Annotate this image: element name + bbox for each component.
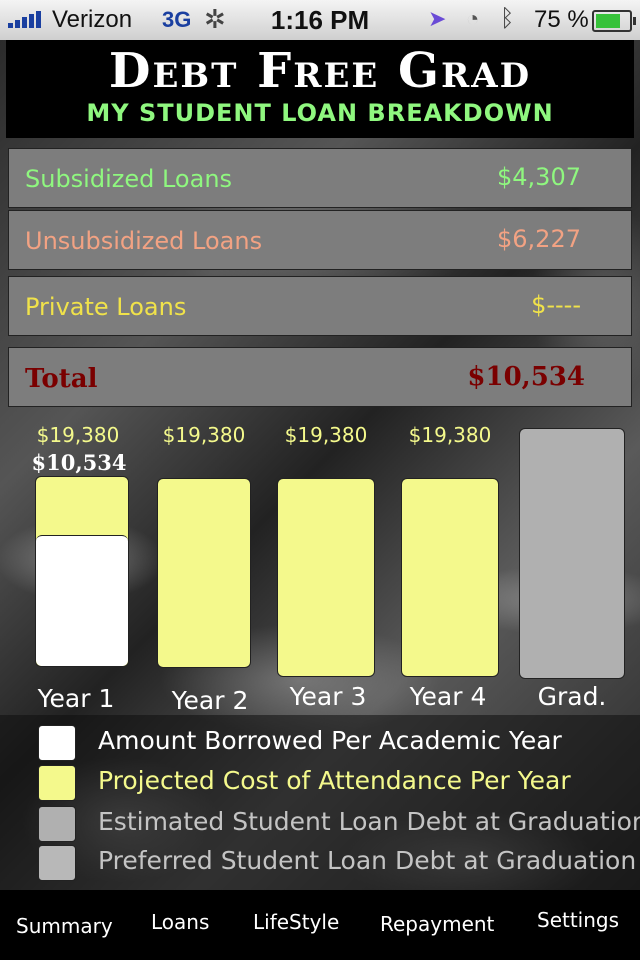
cost-bar[interactable]: [157, 478, 251, 668]
app-title: Debt Free Grad: [108, 43, 532, 99]
cost-value-label: $19,380: [408, 423, 492, 447]
chart-legend: Amount Borrowed Per Academic Year Project…: [0, 715, 640, 890]
location-icon: ➤: [428, 6, 447, 31]
cost-value-label: $19,380: [36, 423, 120, 447]
cost-bar[interactable]: [277, 478, 375, 677]
total-value: $10,534: [467, 362, 585, 392]
unsubsidized-loans-row[interactable]: Unsubsidized Loans $6,227: [8, 210, 632, 270]
bluetooth-icon: ᛒ: [500, 5, 515, 32]
borrowed-value-label: $10,534: [31, 450, 127, 475]
legend-swatch: [38, 765, 76, 801]
loan-chart: $19,380 $10,534 Year 1 $19,380 Year 2 $19,380…: [0, 420, 640, 715]
clock-icon: ◔: [466, 6, 480, 31]
legend-swatch: [38, 806, 76, 842]
app-header: Debt Free Grad MY STUDENT LOAN BREAKDOWN: [6, 40, 634, 138]
subsidized-loans-value: $4,307: [497, 163, 581, 191]
cost-value-label: $19,380: [284, 423, 368, 447]
battery-icon: [592, 10, 636, 32]
legend-label: Projected Cost of Attendance Per Year: [98, 766, 571, 795]
unsubsidized-loans-label: Unsubsidized Loans: [25, 227, 263, 255]
total-label: Total: [25, 364, 98, 394]
legend-label: Estimated Student Loan Debt at Graduatio…: [98, 807, 640, 836]
battery-percent: 75 %: [534, 6, 589, 33]
tab-summary[interactable]: Summary: [16, 914, 113, 938]
tab-bar: Summary Loans LifeStyle Repayment Settin…: [0, 890, 640, 960]
total-row: Total $10,534: [8, 347, 632, 407]
legend-swatch: [38, 725, 76, 761]
year-label: Year 1: [37, 684, 115, 713]
year-label: Year 2: [171, 686, 249, 715]
tab-settings[interactable]: Settings: [537, 908, 619, 932]
subsidized-loans-row[interactable]: Subsidized Loans $4,307: [8, 148, 632, 208]
cost-bar[interactable]: [35, 476, 129, 667]
legend-swatch: [38, 845, 76, 881]
grad-debt-bar[interactable]: [519, 428, 625, 679]
private-loans-row[interactable]: Private Loans $----: [8, 276, 632, 336]
year-label: Year 4: [409, 682, 487, 711]
private-loans-value: $----: [531, 291, 581, 319]
app-subtitle: MY STUDENT LOAN BREAKDOWN: [86, 99, 554, 127]
subsidized-loans-label: Subsidized Loans: [25, 165, 233, 193]
legend-label: Preferred Student Loan Debt at Graduatio…: [98, 846, 637, 875]
year-label: Year 3: [289, 682, 367, 711]
borrowed-bar: [36, 535, 128, 666]
tab-loans[interactable]: Loans: [151, 910, 209, 934]
cost-value-label: $19,380: [162, 423, 246, 447]
year-label: Grad.: [537, 682, 607, 711]
status-bar: Verizon 3G ✲ 1:16 PM ➤ ◔ ᛒ 75 %: [0, 0, 640, 40]
tab-repayment[interactable]: Repayment: [380, 912, 494, 936]
legend-label: Amount Borrowed Per Academic Year: [98, 726, 562, 755]
private-loans-label: Private Loans: [25, 293, 187, 321]
tab-lifestyle[interactable]: LifeStyle: [253, 910, 339, 934]
unsubsidized-loans-value: $6,227: [497, 225, 581, 253]
cost-bar[interactable]: [401, 478, 499, 677]
